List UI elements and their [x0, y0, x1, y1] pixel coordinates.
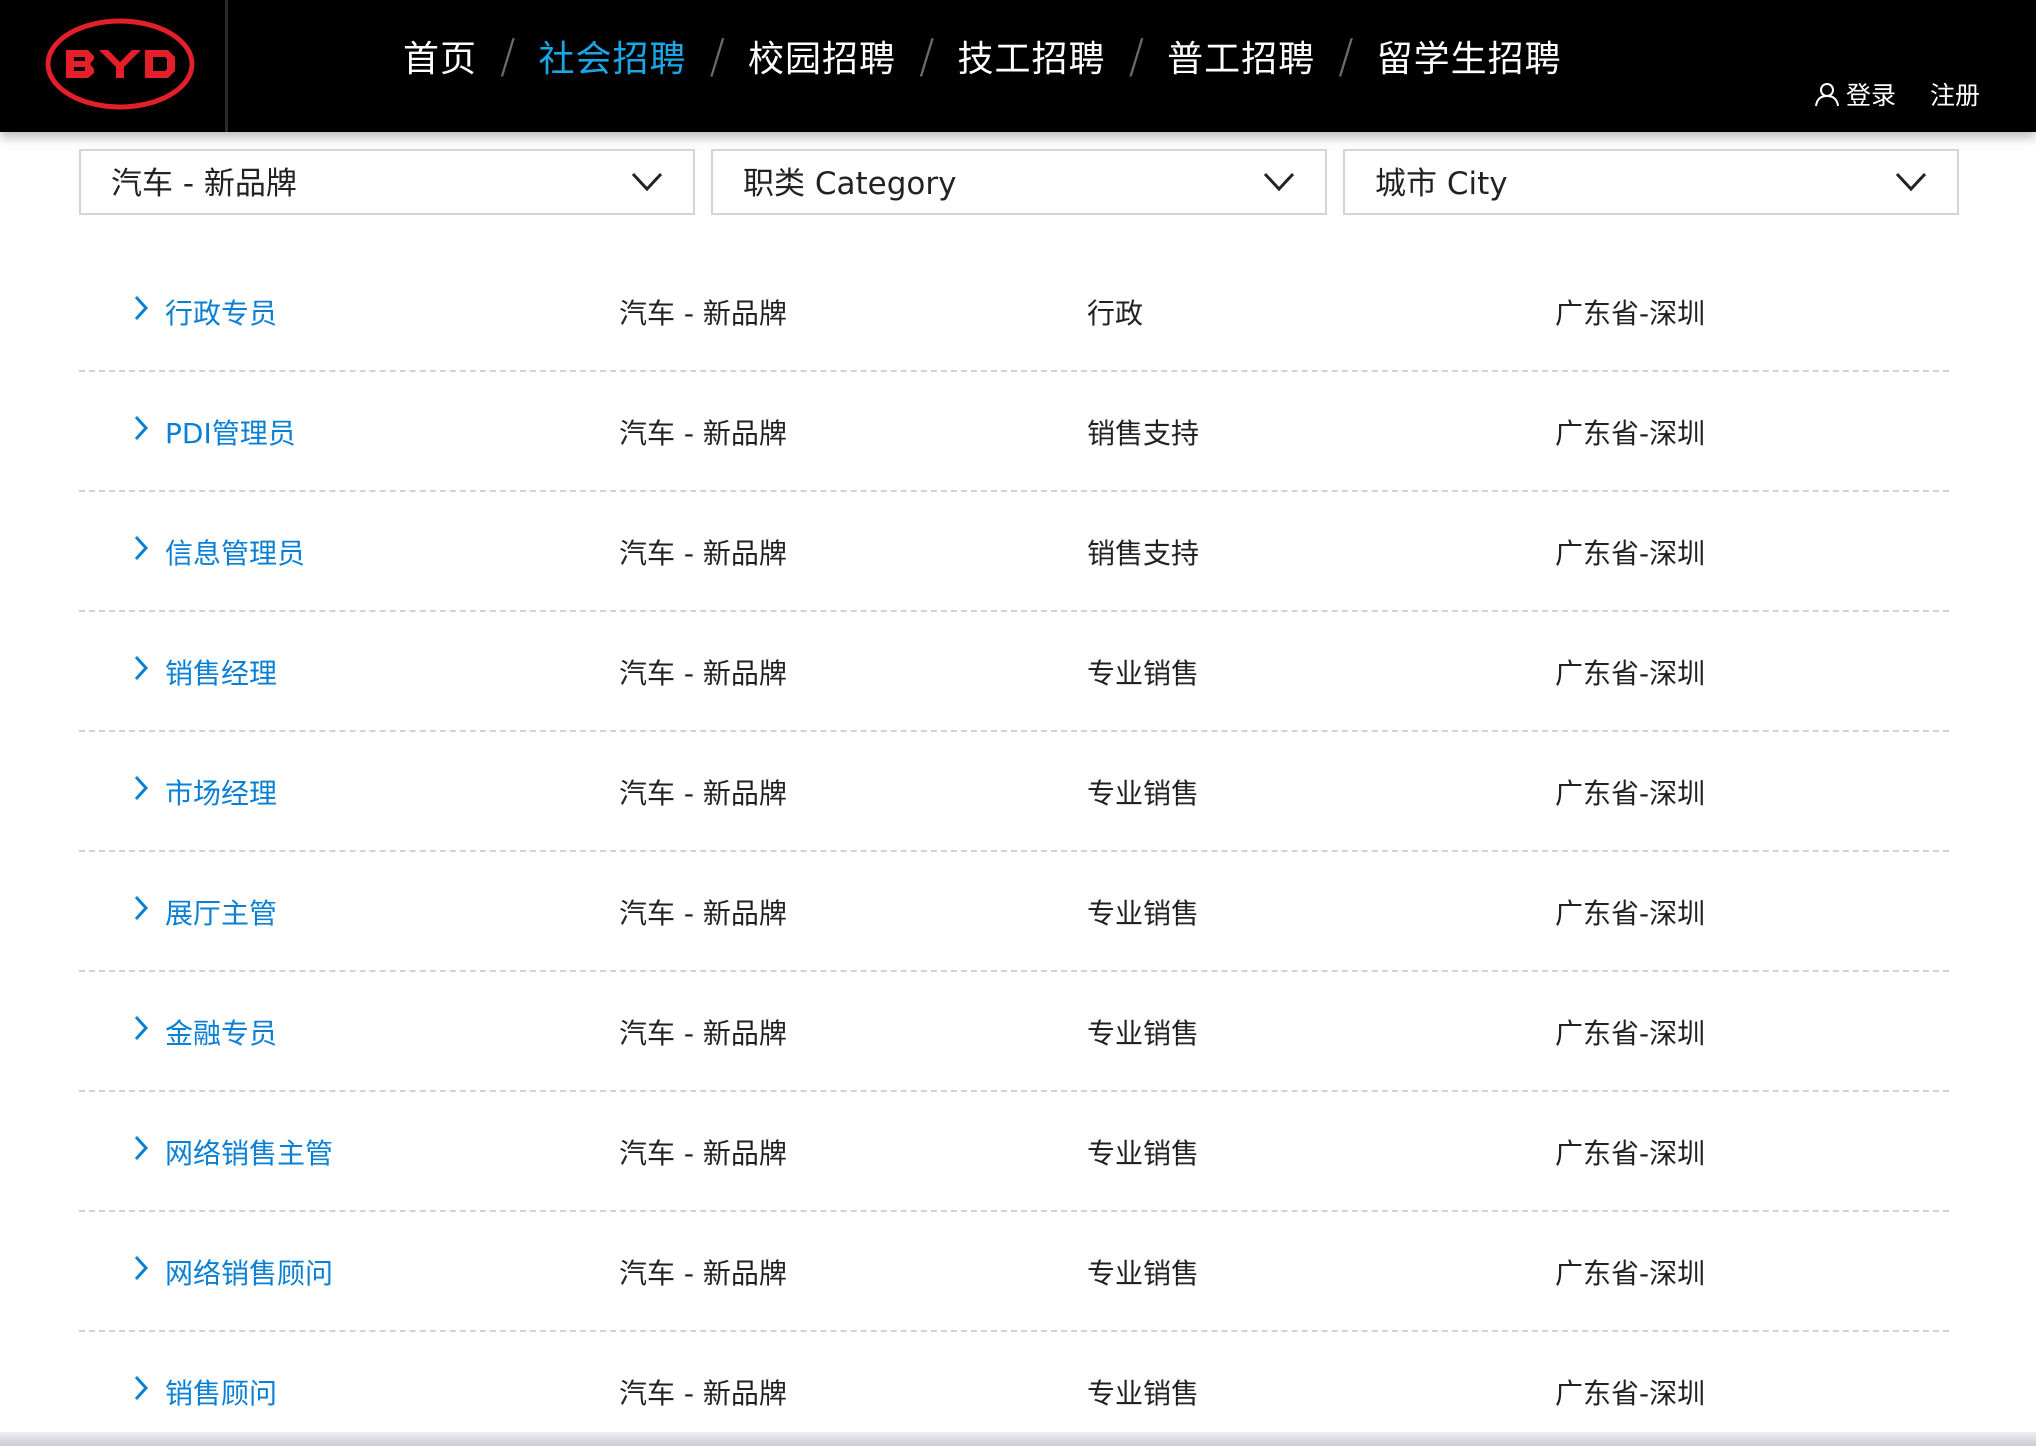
business-select-value: 汽车 - 新品牌	[111, 166, 297, 202]
job-title-link[interactable]: 金融专员	[165, 972, 277, 1096]
chevron-right-icon	[134, 415, 149, 441]
job-row[interactable]: 网络销售顾问 汽车 - 新品牌 专业销售 广东省-深圳	[79, 1212, 1949, 1332]
job-title-link[interactable]: 行政专员	[165, 252, 277, 376]
job-title-link[interactable]: 网络销售顾问	[165, 1212, 333, 1336]
nav-separator: /	[500, 29, 516, 83]
chevron-right-icon	[134, 1015, 149, 1041]
nav-item-worker-recruitment[interactable]: 普工招聘	[1144, 30, 1338, 82]
job-title-link[interactable]: PDI管理员	[165, 372, 296, 496]
job-business: 汽车 - 新品牌	[619, 1377, 787, 1410]
job-title-link[interactable]: 销售经理	[165, 612, 277, 736]
job-category: 销售支持	[1087, 537, 1200, 570]
job-category: 专业销售	[1087, 777, 1200, 810]
job-listing-panel: 汽车 - 新品牌 职类 Category 城市 City 行政专员 汽车 - 新…	[15, 132, 2021, 1446]
nav-separator: /	[1338, 29, 1354, 83]
nav-item-home[interactable]: 首页	[380, 30, 500, 82]
register-link[interactable]: 注册	[1930, 76, 1980, 112]
chevron-right-icon	[134, 655, 149, 681]
job-city: 广东省-深圳	[1555, 897, 1706, 930]
chevron-right-icon	[134, 1375, 149, 1401]
chevron-right-icon	[134, 775, 149, 801]
job-title-link[interactable]: 市场经理	[165, 732, 277, 856]
nav-separator: /	[709, 29, 726, 83]
page: 首页 / 社会招聘 / 校园招聘 / 技工招聘 / 普工招聘 / 留学生招聘 登…	[0, 0, 2036, 1446]
job-row[interactable]: 金融专员 汽车 - 新品牌 专业销售 广东省-深圳	[79, 972, 1949, 1092]
job-city: 广东省-深圳	[1555, 297, 1706, 330]
city-select[interactable]: 城市 City	[1343, 149, 1959, 215]
job-city: 广东省-深圳	[1555, 777, 1706, 810]
chevron-right-icon	[134, 1135, 149, 1161]
job-title-link[interactable]: 展厅主管	[165, 852, 277, 976]
business-select[interactable]: 汽车 - 新品牌	[79, 149, 695, 215]
job-business: 汽车 - 新品牌	[619, 657, 787, 690]
login-link[interactable]: 登录	[1846, 76, 1896, 112]
job-title-link[interactable]: 销售顾问	[165, 1332, 277, 1446]
job-row[interactable]: 行政专员 汽车 - 新品牌 行政 广东省-深圳	[79, 252, 1949, 372]
job-category: 专业销售	[1087, 657, 1200, 690]
nav-item-technician-recruitment[interactable]: 技工招聘	[935, 30, 1129, 82]
job-business: 汽车 - 新品牌	[619, 1017, 787, 1050]
nav-separator: /	[919, 29, 935, 83]
job-category: 专业销售	[1087, 1137, 1200, 1170]
top-header: 首页 / 社会招聘 / 校园招聘 / 技工招聘 / 普工招聘 / 留学生招聘 登…	[0, 0, 2036, 132]
job-city: 广东省-深圳	[1555, 537, 1706, 570]
bottom-edge-shadow	[0, 1432, 2036, 1446]
nav-item-campus-recruitment[interactable]: 校园招聘	[725, 30, 919, 82]
job-city: 广东省-深圳	[1555, 1257, 1706, 1290]
job-row[interactable]: PDI管理员 汽车 - 新品牌 销售支持 广东省-深圳	[79, 372, 1949, 492]
job-category: 专业销售	[1087, 1017, 1200, 1050]
chevron-right-icon	[134, 895, 149, 921]
job-category: 专业销售	[1087, 897, 1200, 930]
job-business: 汽车 - 新品牌	[619, 297, 787, 330]
nav-separator: /	[1128, 29, 1145, 83]
filter-bar: 汽车 - 新品牌 职类 Category 城市 City	[79, 149, 1975, 215]
job-business: 汽车 - 新品牌	[619, 537, 787, 570]
job-city: 广东省-深圳	[1555, 1137, 1706, 1170]
chevron-down-icon	[1895, 172, 1927, 192]
category-select-value: 职类 Category	[743, 166, 957, 202]
job-title-link[interactable]: 信息管理员	[165, 492, 305, 616]
job-title-link[interactable]: 网络销售主管	[165, 1092, 333, 1216]
chevron-down-icon	[631, 172, 663, 192]
nav-item-social-recruitment[interactable]: 社会招聘	[516, 30, 710, 82]
job-city: 广东省-深圳	[1555, 657, 1706, 690]
job-row[interactable]: 销售顾问 汽车 - 新品牌 专业销售 广东省-深圳	[79, 1332, 1949, 1446]
byd-logo[interactable]	[44, 16, 196, 112]
chevron-down-icon	[1263, 172, 1295, 192]
job-category: 专业销售	[1087, 1377, 1200, 1410]
job-list: 行政专员 汽车 - 新品牌 行政 广东省-深圳 PDI管理员 汽车 - 新品牌 …	[79, 252, 1949, 1446]
job-row[interactable]: 展厅主管 汽车 - 新品牌 专业销售 广东省-深圳	[79, 852, 1949, 972]
job-row[interactable]: 市场经理 汽车 - 新品牌 专业销售 广东省-深圳	[79, 732, 1949, 852]
job-business: 汽车 - 新品牌	[619, 897, 787, 930]
job-city: 广东省-深圳	[1555, 1017, 1706, 1050]
header-divider	[225, 0, 228, 132]
main-nav: 首页 / 社会招聘 / 校园招聘 / 技工招聘 / 普工招聘 / 留学生招聘	[380, 20, 1585, 92]
job-row[interactable]: 网络销售主管 汽车 - 新品牌 专业销售 广东省-深圳	[79, 1092, 1949, 1212]
nav-item-overseas-student-recruitment[interactable]: 留学生招聘	[1354, 30, 1585, 82]
job-business: 汽车 - 新品牌	[619, 417, 787, 450]
job-business: 汽车 - 新品牌	[619, 1257, 787, 1290]
job-category: 专业销售	[1087, 1257, 1200, 1290]
byd-logo-icon	[45, 18, 195, 110]
job-category: 行政	[1087, 297, 1144, 330]
job-business: 汽车 - 新品牌	[619, 1137, 787, 1170]
job-city: 广东省-深圳	[1555, 417, 1706, 450]
job-business: 汽车 - 新品牌	[619, 777, 787, 810]
job-row[interactable]: 信息管理员 汽车 - 新品牌 销售支持 广东省-深圳	[79, 492, 1949, 612]
job-city: 广东省-深圳	[1555, 1377, 1706, 1410]
chevron-right-icon	[134, 535, 149, 561]
chevron-right-icon	[134, 1255, 149, 1281]
user-icon[interactable]	[1814, 81, 1840, 107]
account-links: 登录 注册	[1814, 76, 1980, 112]
chevron-right-icon	[134, 295, 149, 321]
job-row[interactable]: 销售经理 汽车 - 新品牌 专业销售 广东省-深圳	[79, 612, 1949, 732]
job-category: 销售支持	[1087, 417, 1200, 450]
city-select-value: 城市 City	[1375, 166, 1508, 202]
category-select[interactable]: 职类 Category	[711, 149, 1327, 215]
